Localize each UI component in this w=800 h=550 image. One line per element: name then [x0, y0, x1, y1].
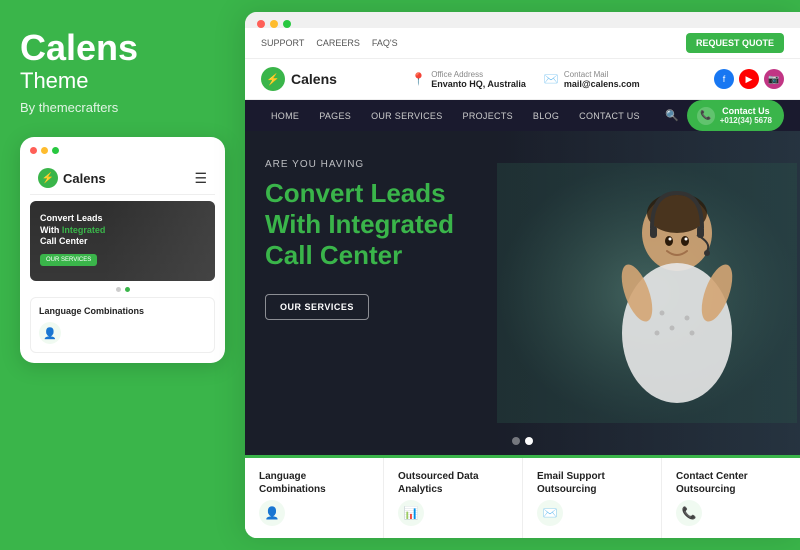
site-header: ⚡ Calens 📍 Office Address Envanto HQ, Au…: [245, 59, 800, 100]
hero-person-svg: [497, 163, 797, 423]
topbar-support[interactable]: SUPPORT: [261, 38, 304, 48]
contact-us-text: Contact Us +012(34) 5678: [720, 106, 772, 125]
mockup-card: Language Combinations 👤: [30, 297, 215, 353]
browser-chrome: [245, 12, 800, 28]
service-cards: LanguageCombinations 👤 Outsourced DataAn…: [245, 455, 800, 538]
brand-subtitle: Theme: [20, 68, 225, 94]
nav-home[interactable]: HOME: [261, 101, 309, 131]
topbar-careers[interactable]: CAREERS: [316, 38, 360, 48]
service-card-contact: Contact CenterOutsourcing 📞: [662, 458, 800, 538]
service-card-icon-3: ✉️: [537, 500, 563, 526]
contact-us-button[interactable]: 📞 Contact Us +012(34) 5678: [687, 100, 784, 131]
mockup-card-title: Language Combinations: [39, 306, 206, 316]
hamburger-icon[interactable]: ☰: [194, 170, 207, 187]
service-card-email: Email SupportOutsourcing ✉️: [523, 458, 662, 538]
mockup-carousel-dots: [30, 287, 215, 292]
nav-links: HOME PAGES OUR SERVICES PROJECTS BLOG CO…: [261, 101, 650, 131]
service-card-title-3: Email SupportOutsourcing: [537, 470, 647, 496]
dot-yellow: [41, 147, 48, 154]
mail-icon: ✉️: [544, 72, 559, 86]
hero-cta-button[interactable]: OUR SERVICES: [265, 294, 369, 320]
service-card-icon-2: 📊: [398, 500, 424, 526]
logo-icon: ⚡: [261, 67, 285, 91]
person-icon: 👤: [43, 327, 57, 340]
hero-image: [495, 131, 800, 455]
mobile-mockup: ⚡ Calens ☰ Convert LeadsWith IntegratedC…: [20, 137, 225, 363]
nav-blog[interactable]: BLOG: [523, 101, 569, 131]
mockup-card-icon: 👤: [39, 322, 61, 344]
main-nav: HOME PAGES OUR SERVICES PROJECTS BLOG CO…: [245, 100, 800, 131]
brand-by: By themecrafters: [20, 100, 225, 115]
left-panel: Calens Theme By themecrafters ⚡ Calens ☰…: [0, 0, 245, 550]
mdot-2: [125, 287, 130, 292]
browser-dot-green: [283, 20, 291, 28]
contact-value: mail@calens.com: [564, 79, 640, 89]
mockup-hero-cta[interactable]: OUR SERVICES: [40, 254, 97, 266]
mockup-hero-title: Convert LeadsWith IntegratedCall Center: [40, 213, 205, 248]
hero-section: ARE YOU HAVING Convert Leads With Integr…: [245, 131, 800, 455]
contact-info: ✉️ Contact Mail mail@calens.com: [544, 70, 640, 89]
mockup-hero: Convert LeadsWith IntegratedCall Center …: [30, 201, 215, 281]
hero-title-with: With: [265, 209, 328, 239]
facebook-icon[interactable]: f: [714, 69, 734, 89]
mdot-1: [116, 287, 121, 292]
service-card-icon-1: 👤: [259, 500, 285, 526]
topbar: SUPPORT CAREERS FAQ'S REQUEST QUOTE: [245, 28, 800, 59]
search-icon[interactable]: 🔍: [665, 109, 679, 122]
social-icons: f ▶ 📷: [714, 69, 784, 89]
service-card-title-4: Contact CenterOutsourcing: [676, 470, 786, 496]
dot-red: [30, 147, 37, 154]
nav-right: 🔍 📞 Contact Us +012(34) 5678: [665, 100, 784, 131]
hero-title-line3: Call Center: [265, 240, 402, 270]
office-details: Office Address Envanto HQ, Australia: [431, 70, 526, 89]
location-icon: 📍: [411, 72, 426, 86]
service-card-language: LanguageCombinations 👤: [245, 458, 384, 538]
contact-label: Contact Mail: [564, 70, 640, 79]
dot-green: [52, 147, 59, 154]
service-card-icon-4: 📞: [676, 500, 702, 526]
mockup-logo: ⚡ Calens: [38, 168, 106, 188]
nav-contact[interactable]: CONTACT US: [569, 101, 650, 131]
service-card-analytics: Outsourced DataAnalytics 📊: [384, 458, 523, 538]
contact-us-phone: +012(34) 5678: [720, 116, 772, 125]
office-value: Envanto HQ, Australia: [431, 79, 526, 89]
topbar-faqs[interactable]: FAQ'S: [372, 38, 398, 48]
site-logo: ⚡ Calens: [261, 67, 337, 91]
nav-pages[interactable]: PAGES: [309, 101, 361, 131]
request-quote-button[interactable]: REQUEST QUOTE: [686, 33, 784, 53]
brand-name: Calens: [20, 30, 225, 66]
contact-us-label: Contact Us: [720, 106, 772, 116]
mockup-logo-text: Calens: [63, 171, 106, 186]
office-label: Office Address: [431, 70, 526, 79]
nav-services[interactable]: OUR SERVICES: [361, 101, 452, 131]
header-info: 📍 Office Address Envanto HQ, Australia ✉…: [411, 70, 639, 89]
topbar-links: SUPPORT CAREERS FAQ'S: [261, 38, 398, 48]
phone-icon: 📞: [697, 107, 715, 125]
browser-dot-red: [257, 20, 265, 28]
instagram-icon[interactable]: 📷: [764, 69, 784, 89]
contact-details: Contact Mail mail@calens.com: [564, 70, 640, 89]
right-panel: SUPPORT CAREERS FAQ'S REQUEST QUOTE ⚡ Ca…: [245, 12, 800, 538]
service-card-title-1: LanguageCombinations: [259, 470, 369, 496]
office-info: 📍 Office Address Envanto HQ, Australia: [411, 70, 526, 89]
hero-title-highlight: Integrated: [328, 209, 454, 239]
website: SUPPORT CAREERS FAQ'S REQUEST QUOTE ⚡ Ca…: [245, 28, 800, 538]
youtube-icon[interactable]: ▶: [739, 69, 759, 89]
browser-dot-yellow: [270, 20, 278, 28]
mockup-navbar: ⚡ Calens ☰: [30, 162, 215, 195]
mockup-hero-text: Convert LeadsWith IntegratedCall Center …: [40, 213, 205, 266]
service-card-title-2: Outsourced DataAnalytics: [398, 470, 508, 496]
logo-text: Calens: [291, 71, 337, 87]
nav-projects[interactable]: PROJECTS: [453, 101, 523, 131]
hero-title-line1: Convert Leads: [265, 178, 446, 208]
mockup-dots: [30, 147, 215, 154]
mockup-logo-icon: ⚡: [38, 168, 58, 188]
